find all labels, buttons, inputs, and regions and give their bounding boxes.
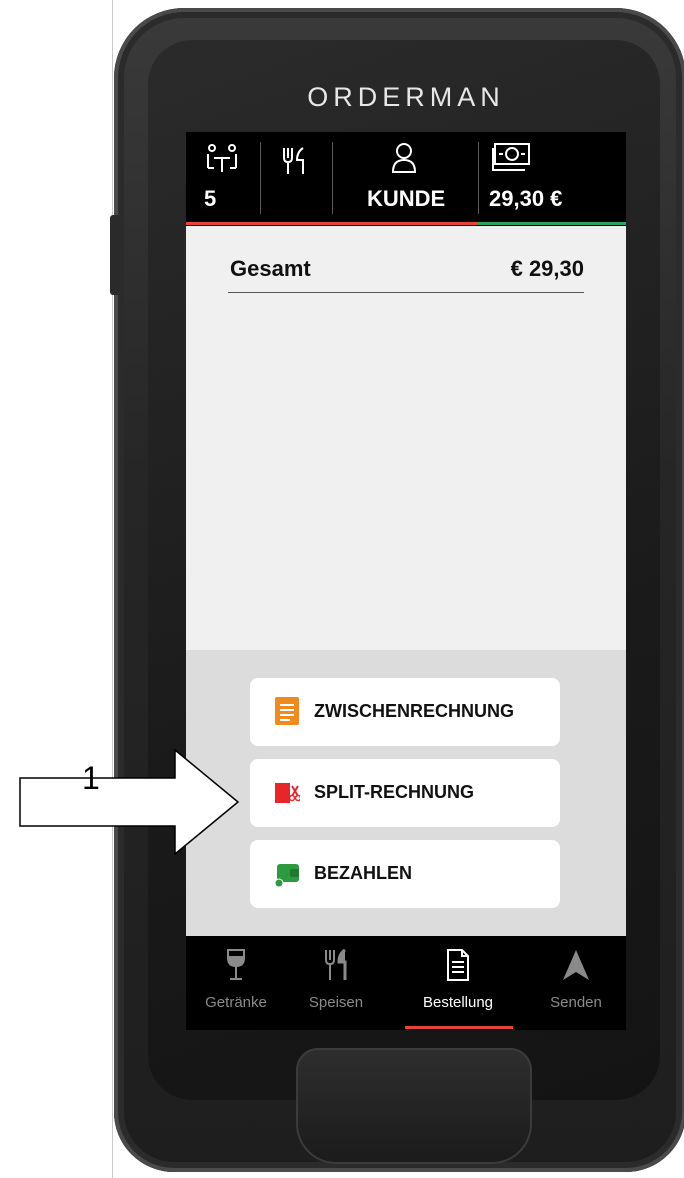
interim-bill-icon [275, 697, 299, 725]
callout-number: 1 [82, 760, 100, 796]
active-tab-indicator [405, 1026, 513, 1029]
order-content-area: Gesamt € 29,30 [186, 226, 626, 650]
wine-glass-icon [227, 949, 245, 980]
pay-wallet-icon [274, 864, 299, 888]
order-header-bar: 5 KUNDE 29,30 € [186, 132, 626, 226]
customer-cell[interactable]: KUNDE [333, 132, 477, 222]
bottom-navigation: Getränke Speisen Bestellung Senden [186, 936, 626, 1030]
bill-actions-panel: ZWISCHENRECHNUNG SPLIT-RECHNUNG BEZAHLEN [186, 650, 626, 936]
order-document-icon [447, 949, 469, 981]
course-cell[interactable] [261, 132, 333, 222]
header-progress-green [478, 222, 626, 225]
nav-label: Getränke [205, 994, 267, 1011]
guest-count: 5 [204, 186, 217, 211]
device-screen: 5 KUNDE 29,30 € Gesamt € 29,30 ZWISCHENR… [186, 132, 626, 1030]
customer-label: KUNDE [367, 186, 446, 211]
callout-arrow [19, 748, 240, 856]
nav-label: Bestellung [422, 994, 494, 1011]
cash-note-icon [492, 143, 530, 171]
device-side-button [110, 215, 120, 295]
split-bill-label: SPLIT-RECHNUNG [314, 782, 475, 802]
pay-button[interactable]: BEZAHLEN [250, 840, 560, 908]
device-brand-logo: ORDERMAN [307, 82, 505, 112]
nav-tab-send[interactable]: Senden [526, 936, 626, 1030]
device-home-chin [296, 1048, 532, 1164]
nav-label: Speisen [308, 994, 364, 1011]
nav-tab-order[interactable]: Bestellung [408, 936, 508, 1030]
customer-icon [391, 143, 417, 173]
table-guests-icon [207, 144, 237, 172]
total-label: Gesamt [230, 256, 311, 281]
header-progress-red [186, 222, 478, 225]
pay-label: BEZAHLEN [314, 863, 412, 883]
order-total-row: Gesamt € 29,30 [228, 256, 584, 293]
nav-tab-food[interactable]: Speisen [286, 936, 386, 1030]
send-arrow-icon [563, 950, 589, 980]
page-margin-rule [112, 0, 113, 1178]
interim-bill-label: ZWISCHENRECHNUNG [314, 701, 514, 721]
amount-display: 29,30 € [489, 186, 563, 211]
nav-tab-drinks[interactable]: Getränke [186, 936, 286, 1030]
nav-label: Senden [550, 994, 602, 1011]
cutlery-icon [325, 948, 347, 980]
split-bill-icon [275, 783, 300, 803]
interim-bill-button[interactable]: ZWISCHENRECHNUNG [250, 678, 560, 746]
cutlery-icon [283, 147, 304, 174]
split-bill-button[interactable]: SPLIT-RECHNUNG [250, 759, 560, 827]
amount-cell[interactable]: 29,30 € [479, 132, 626, 222]
total-value: € 29,30 [510, 256, 584, 281]
table-guests-cell[interactable]: 5 [186, 132, 260, 222]
